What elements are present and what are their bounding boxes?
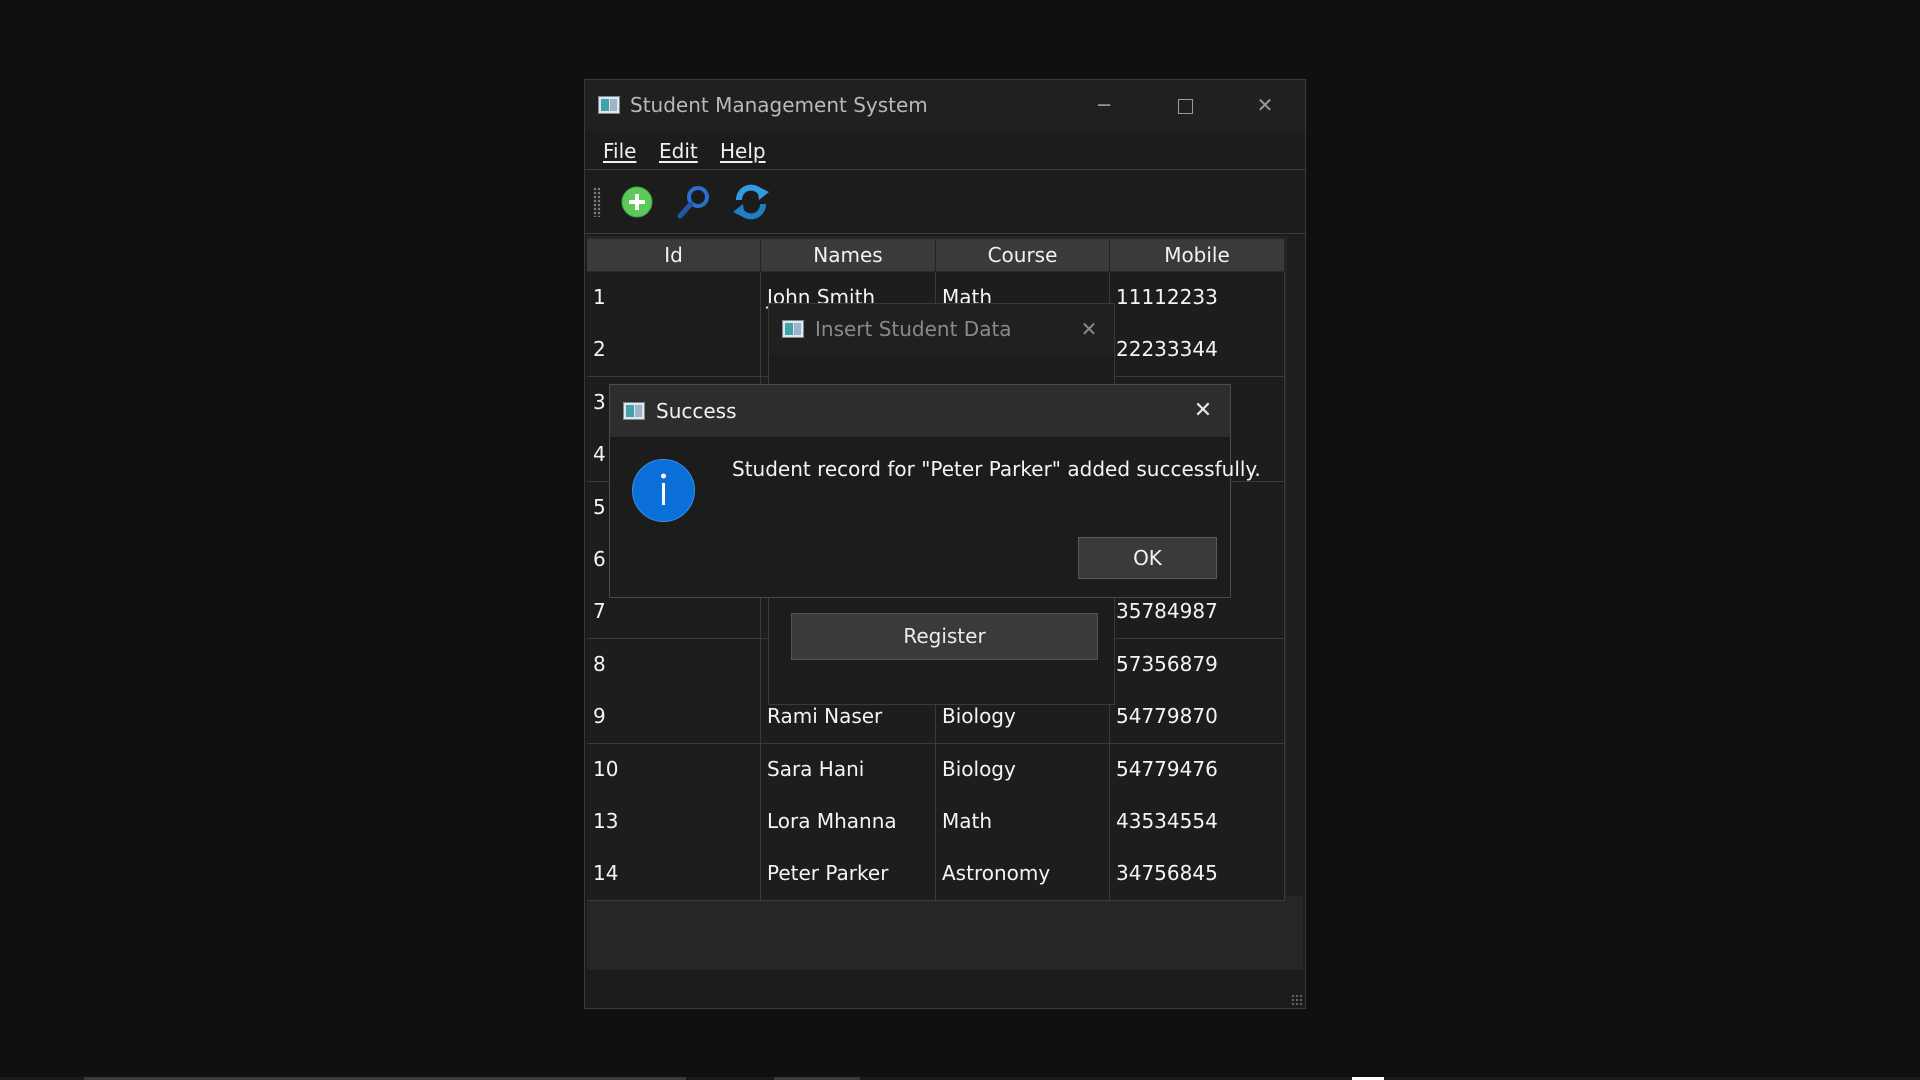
cell-name[interactable]: Lora Mhanna <box>761 796 936 849</box>
cell-id[interactable]: 10 <box>587 743 761 797</box>
cell-id[interactable]: 14 <box>587 848 761 902</box>
insert-dialog-close-button[interactable]: ✕ <box>1074 314 1104 344</box>
insert-dialog-title-bar[interactable]: Insert Student Data ✕ <box>769 304 1114 355</box>
app-icon <box>782 320 804 338</box>
success-dialog-title: Success <box>656 399 737 423</box>
insert-dialog-title: Insert Student Data <box>815 317 1012 341</box>
cell-mobile[interactable]: 54779476 <box>1110 743 1285 797</box>
table-row[interactable]: 14 Peter Parker Astronomy 34756845 <box>587 848 1287 902</box>
cell-mobile[interactable]: 43534554 <box>1110 796 1285 849</box>
cell-id[interactable]: 8 <box>587 638 761 692</box>
cell-mobile[interactable]: 54779870 <box>1110 691 1285 745</box>
column-header-course[interactable]: Course <box>936 239 1110 272</box>
menu-help[interactable]: Help <box>720 139 766 163</box>
title-bar[interactable]: Student Management System ─ ✕ <box>585 80 1305 131</box>
cell-mobile[interactable]: 22233344 <box>1110 324 1285 378</box>
search-icon <box>677 186 709 219</box>
cell-course[interactable]: Math <box>936 796 1110 849</box>
cell-name[interactable]: Peter Parker <box>761 848 936 902</box>
add-icon <box>621 186 653 218</box>
column-header-id[interactable]: Id <box>587 239 761 272</box>
status-bar <box>585 970 1305 1008</box>
toolbar <box>585 170 1305 234</box>
cell-mobile[interactable]: 57356879 <box>1110 638 1285 692</box>
maximize-icon <box>1177 99 1193 114</box>
toolbar-grip-icon[interactable] <box>593 187 601 217</box>
vertical-scrollbar[interactable] <box>1287 236 1303 896</box>
refresh-button[interactable] <box>731 182 771 222</box>
add-student-button[interactable] <box>617 182 657 222</box>
cell-mobile[interactable]: 11112233 <box>1110 272 1285 325</box>
maximize-button[interactable] <box>1145 80 1225 131</box>
table-row[interactable]: 10 Sara Hani Biology 54779476 <box>587 743 1287 797</box>
cell-mobile[interactable]: 34756845 <box>1110 848 1285 902</box>
menu-file[interactable]: File <box>603 139 636 163</box>
cell-course[interactable]: Astronomy <box>936 848 1110 902</box>
cell-id[interactable]: 9 <box>587 691 761 745</box>
success-message: Student record for "Peter Parker" added … <box>732 457 1261 481</box>
close-button[interactable]: ✕ <box>1225 80 1305 131</box>
register-button[interactable]: Register <box>791 613 1098 660</box>
table-row[interactable]: 13 Lora Mhanna Math 43534554 <box>587 796 1287 849</box>
window-title: Student Management System <box>630 93 928 117</box>
cell-id[interactable]: 2 <box>587 324 761 378</box>
cell-name[interactable]: Sara Hani <box>761 743 936 797</box>
success-dialog-title-bar[interactable]: Success ✕ <box>610 385 1230 437</box>
app-icon <box>598 96 620 114</box>
app-icon <box>623 402 645 420</box>
cell-id[interactable]: 1 <box>587 272 761 325</box>
search-button[interactable] <box>674 182 714 222</box>
table-header: Id Names Course Mobile <box>587 239 1287 272</box>
cell-id[interactable]: 13 <box>587 796 761 849</box>
menu-bar: File Edit Help <box>585 131 1305 170</box>
minimize-button[interactable]: ─ <box>1064 80 1144 131</box>
success-dialog: Success ✕ Student record for "Peter Park… <box>609 384 1261 598</box>
success-dialog-close-button[interactable]: ✕ <box>1188 396 1218 426</box>
menu-edit[interactable]: Edit <box>659 139 698 163</box>
info-icon <box>632 459 695 522</box>
refresh-icon <box>733 184 769 220</box>
resize-grip-icon[interactable] <box>1291 994 1303 1006</box>
cell-course[interactable]: Biology <box>936 743 1110 797</box>
column-header-mobile[interactable]: Mobile <box>1110 239 1285 272</box>
ok-button[interactable]: OK <box>1078 537 1217 579</box>
column-header-names[interactable]: Names <box>761 239 936 272</box>
